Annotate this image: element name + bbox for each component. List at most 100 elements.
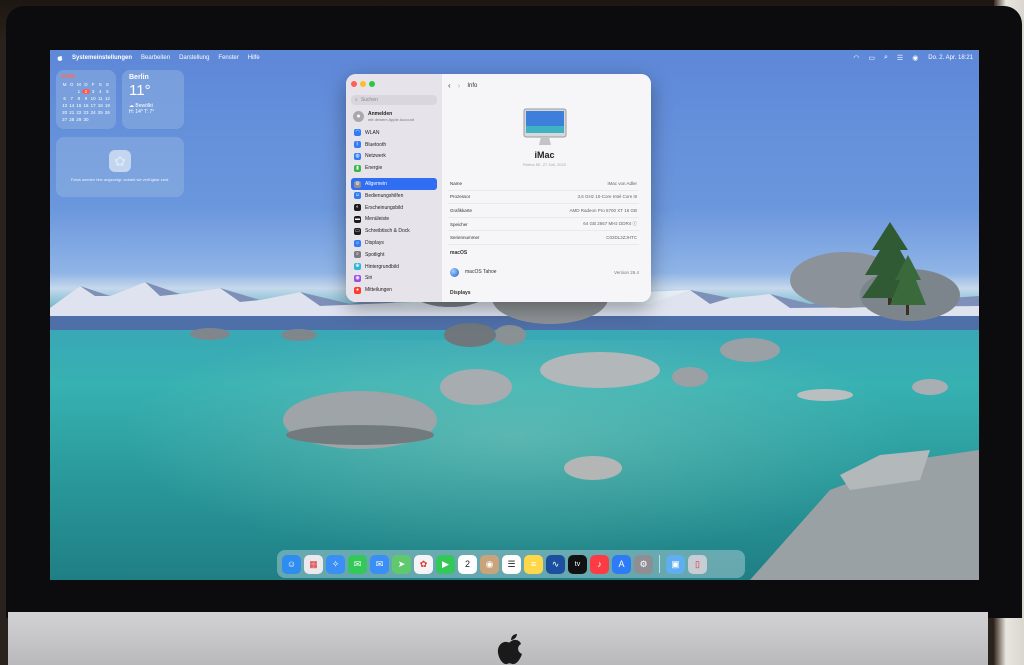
page-title: Info bbox=[467, 82, 478, 89]
info-circle-icon[interactable]: ⓘ bbox=[633, 221, 638, 226]
dock-launchpad-icon[interactable]: ▦ bbox=[304, 554, 323, 574]
info-value[interactable]: iMac von Adler bbox=[607, 181, 637, 186]
apple-menu-icon[interactable] bbox=[56, 54, 64, 62]
calendar-grid: M D M D F S S 1 2 3 4 5 6 7 8 9 10 11 12 13 14 15 16 17 18 19 20 21… bbox=[61, 82, 111, 122]
dock-calendar-icon[interactable]: 2 bbox=[458, 554, 477, 574]
dock-safari-icon[interactable]: ✧ bbox=[326, 554, 345, 574]
sidebar-item-allgemein[interactable]: ⚙ Allgemein bbox=[351, 178, 437, 190]
sidebar-item-bluetooth[interactable]: ᛒ Bluetooth bbox=[351, 139, 437, 151]
dock-freeform-icon[interactable]: ∿ bbox=[546, 554, 565, 574]
calendar-day: 3 bbox=[91, 89, 95, 94]
weather-widget[interactable]: Berlin 11° ☁ Bewölkt H: 14° T: 7° bbox=[122, 70, 184, 129]
calendar-day: 13 bbox=[62, 103, 68, 108]
info-value: 3,6 GHz 10-Core Intel Core i9 bbox=[577, 194, 637, 200]
close-button[interactable] bbox=[351, 81, 357, 87]
calendar-day bbox=[61, 89, 68, 94]
photos-note: Fotos werden hier angezeigt, sobald sie … bbox=[70, 177, 170, 182]
macos-section-title: macOS bbox=[450, 250, 468, 256]
sidebar-item-label: Siri bbox=[365, 275, 373, 282]
sidebar-item-icon: ▬ bbox=[354, 215, 361, 223]
dock-music-icon[interactable]: ♪ bbox=[590, 554, 609, 574]
menu-app-name[interactable]: Systemeinstellungen bbox=[72, 55, 132, 61]
forward-arrow-icon[interactable]: › bbox=[458, 81, 461, 90]
sidebar-item-label: Menüleiste bbox=[365, 216, 390, 223]
weather-temp: 11° bbox=[129, 82, 151, 99]
sidebar-item-icon: ▮ bbox=[354, 164, 361, 172]
info-key: Speicher bbox=[450, 221, 468, 227]
battery-status-icon[interactable]: ▭ bbox=[868, 54, 875, 62]
dock-photos-icon[interactable]: ✿ bbox=[414, 554, 433, 574]
sidebar-item-siri[interactable]: ◉ Siri bbox=[351, 273, 437, 285]
dock-system-settings-icon[interactable]: ⚙ bbox=[634, 554, 653, 574]
sidebar-item-bedienungshilfen[interactable]: ☺ Bedienungshilfen bbox=[351, 190, 437, 202]
dock-downloads-icon[interactable]: ▣ bbox=[666, 554, 685, 574]
dock-maps-icon[interactable]: ➤ bbox=[392, 554, 411, 574]
sidebar-item-spotlight[interactable]: ⌕ Spotlight bbox=[351, 249, 437, 261]
sidebar-item-icon: ⌕ bbox=[354, 251, 361, 259]
info-key: Seriennummer bbox=[450, 235, 480, 241]
dock-facetime-icon[interactable]: ▶ bbox=[436, 554, 455, 574]
window-controls bbox=[351, 81, 437, 87]
calendar-day: 29 bbox=[76, 117, 82, 122]
back-arrow-icon[interactable]: ‹ bbox=[448, 81, 451, 90]
sidebar-item-hintergrundbild[interactable]: ❀ Hintergrundbild bbox=[351, 261, 437, 273]
calendar-weekday: M bbox=[62, 82, 67, 87]
control-center-icon[interactable]: ☰ bbox=[897, 54, 903, 62]
dock: ☺ ▦ ✧ ✉ ✉ ➤ ✿ ▶ 2 ◉ ☰ ≡ ∿ tv ♪ A ⚙ ▣ ▯ bbox=[277, 550, 745, 578]
menu-clock[interactable]: Do. 2. Apr. 18:21 bbox=[928, 55, 973, 61]
search-field[interactable]: ⌕ Suchen bbox=[351, 95, 437, 105]
sidebar-item-label: Mitteilungen bbox=[365, 287, 392, 294]
photos-widget[interactable]: ✿ Fotos werden hier angezeigt, sobald si… bbox=[56, 137, 184, 197]
sidebar-item-schreibtisch-dock[interactable]: ▭ Schreibtisch & Dock bbox=[351, 225, 437, 237]
dock-notes-icon[interactable]: ≡ bbox=[524, 554, 543, 574]
calendar-widget[interactable]: APRIL M D M D F S S 1 2 3 4 5 6 7 8 9 10 11 12 13 14 15 16 17 18… bbox=[56, 70, 116, 129]
spotlight-icon[interactable]: ⌕ bbox=[884, 54, 888, 62]
wifi-status-icon[interactable]: ◠ bbox=[853, 54, 859, 62]
apple-account-signin[interactable]: ● Anmelden mit deinem Apple Account bbox=[353, 111, 437, 122]
calendar-day: 27 bbox=[62, 117, 68, 122]
dock-reminders-icon[interactable]: ☰ bbox=[502, 554, 521, 574]
menu-view[interactable]: Darstellung bbox=[179, 55, 209, 61]
calendar-day: 15 bbox=[76, 103, 82, 108]
calendar-day: 25 bbox=[97, 110, 103, 115]
menu-window[interactable]: Fenster bbox=[218, 55, 238, 61]
dock-trash-icon[interactable]: ▯ bbox=[688, 554, 707, 574]
dock-messages-icon[interactable]: ✉ bbox=[348, 554, 367, 574]
sidebar-item-label: Schreibtisch & Dock bbox=[365, 228, 410, 235]
info-row-graphics: Grafikkarte AMD Radeon Pro 5700 XT 16 GB bbox=[448, 204, 639, 218]
sidebar-item-energie[interactable]: ▮ Energie bbox=[351, 162, 437, 174]
dock-contacts-icon[interactable]: ◉ bbox=[480, 554, 499, 574]
info-value: AMD Radeon Pro 5700 XT 16 GB bbox=[569, 207, 637, 213]
sidebar-item-label: WLAN bbox=[365, 129, 380, 136]
sidebar-item-menüleiste[interactable]: ▬ Menüleiste bbox=[351, 214, 437, 226]
sidebar-item-mitteilungen[interactable]: ● Mitteilungen bbox=[351, 284, 437, 296]
minimize-button[interactable] bbox=[360, 81, 366, 87]
menu-help[interactable]: Hilfe bbox=[248, 55, 260, 61]
macos-logo-icon bbox=[450, 267, 459, 277]
dock-mail-icon[interactable]: ✉ bbox=[370, 554, 389, 574]
sidebar-item-erscheinungsbild[interactable]: ◐ Erscheinungsbild bbox=[351, 202, 437, 214]
zoom-button[interactable] bbox=[369, 81, 375, 87]
calendar-weekday: D bbox=[84, 82, 88, 87]
sidebar-item-label: Bedienungshilfen bbox=[365, 192, 404, 199]
calendar-day: 14 bbox=[69, 103, 75, 108]
dock-finder-icon[interactable]: ☺ bbox=[282, 554, 301, 574]
sidebar-item-wlan[interactable]: ◠ WLAN bbox=[351, 127, 437, 139]
search-placeholder: Suchen bbox=[360, 97, 378, 103]
calendar-day bbox=[97, 117, 104, 122]
sidebar-item-displays[interactable]: ☼ Displays bbox=[351, 237, 437, 249]
dock-tv-icon[interactable]: tv bbox=[568, 554, 587, 574]
sidebar-item-icon: ● bbox=[354, 286, 361, 294]
info-value: 64 GB 2667 MHz DDR4 ⓘ bbox=[583, 221, 637, 227]
sidebar-item-label: Energie bbox=[365, 165, 383, 172]
memory-value: 64 GB 2667 MHz DDR4 bbox=[583, 221, 632, 227]
sidebar-item-label: Allgemein bbox=[365, 181, 387, 188]
sidebar-item-icon: ☺ bbox=[354, 192, 361, 200]
menu-edit[interactable]: Bearbeiten bbox=[141, 55, 170, 61]
calendar-day: 12 bbox=[104, 96, 110, 101]
siri-icon[interactable]: ◉ bbox=[912, 54, 918, 62]
dock-app-store-icon[interactable]: A bbox=[612, 554, 631, 574]
avatar-icon: ● bbox=[353, 111, 364, 122]
sidebar-item-netzwerk[interactable]: ◍ Netzwerk bbox=[351, 151, 437, 163]
calendar-day: 16 bbox=[83, 103, 89, 108]
